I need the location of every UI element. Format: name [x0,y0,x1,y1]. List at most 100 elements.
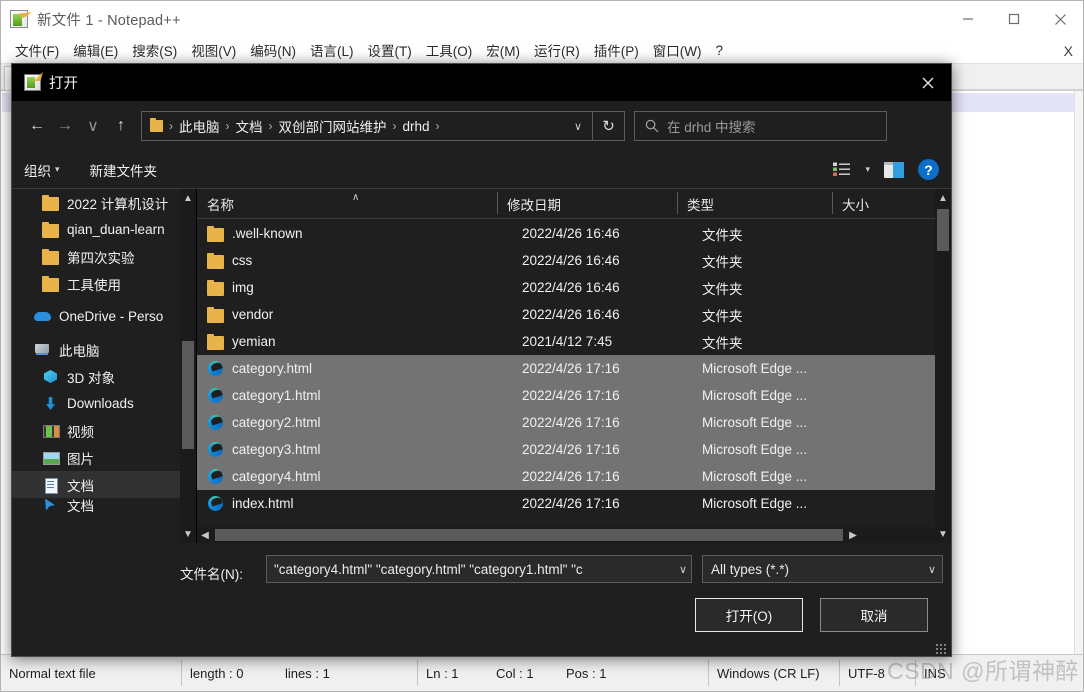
close-button[interactable] [1037,1,1083,37]
view-list-icon[interactable] [833,162,851,177]
status-pos: Pos : 1 [566,665,607,681]
table-row[interactable]: css 2022/4/26 16:46 文件夹 [197,247,935,274]
breadcrumb-item-documents[interactable]: 文档 [233,116,266,136]
table-row[interactable]: vendor 2022/4/26 16:46 文件夹 [197,301,935,328]
nav-item-tools[interactable]: 工具使用 [12,270,180,297]
menu-macro[interactable]: 宏(M) [479,37,527,63]
nav-item-label: 2022 计算机设计 [67,196,169,212]
breadcrumb-item-project[interactable]: 双创部门网站维护 [276,116,390,136]
nav-item-3d-objects[interactable]: 3D 对象 [12,363,180,390]
organize-button[interactable]: 组织 [24,160,51,180]
column-headers: 名称 修改日期 类型 大小 ∧ [197,189,951,219]
view-chevron-down-icon[interactable]: ▾ [865,164,870,175]
chevron-down-icon[interactable]: ∨ [928,563,936,576]
new-folder-button[interactable]: 新建文件夹 [90,160,158,180]
menu-tools[interactable]: 工具(O) [419,37,480,63]
nav-item-videos[interactable]: 视频 [12,417,180,444]
toolbar-right-group: ▾ ? [833,159,939,180]
refresh-icon[interactable]: ↻ [593,111,625,141]
chevron-down-icon[interactable]: ∨ [675,563,687,576]
documents-icon [42,476,59,494]
menu-file[interactable]: 文件(F) [8,37,66,63]
status-col: Col : 1 [496,665,534,681]
scroll-down-icon[interactable]: ▼ [180,525,196,543]
file-type: 文件夹 [702,308,743,324]
menu-help[interactable]: ? [708,40,730,61]
nav-item-documents-partial[interactable]: 文档 [12,498,180,512]
editor-vertical-scrollbar[interactable] [1074,91,1083,654]
menu-window[interactable]: 窗口(W) [646,37,709,63]
file-list-scrollbar[interactable]: ▲ ▼ [935,189,951,543]
file-list-horizontal-scrollbar[interactable]: ◀ ▶ [197,527,935,543]
column-header-type[interactable]: 类型 [677,192,832,214]
this-pc-icon [34,341,51,358]
nav-item-this-pc[interactable]: 此电脑 [12,336,180,363]
open-button[interactable]: 打开(O) [695,598,803,632]
search-input[interactable]: 在 drhd 中搜索 [634,111,887,141]
chevron-down-icon[interactable]: ∨ [574,120,588,133]
table-row[interactable]: index.html 2022/4/26 17:16 Microsoft Edg… [197,490,935,517]
folder-icon [207,225,224,242]
column-header-name[interactable]: 名称 [197,192,497,214]
minimize-button[interactable] [945,1,991,37]
edge-icon [207,441,224,458]
navigation-scrollbar[interactable]: ▲ ▼ [180,189,196,543]
nav-item-onedrive[interactable]: OneDrive - Perso [12,303,180,330]
nav-item-fourth-experiment[interactable]: 第四次实验 [12,243,180,270]
cancel-button[interactable]: 取消 [820,598,928,632]
chevron-down-icon[interactable]: ▾ [55,164,60,175]
back-button[interactable]: ← [23,112,51,140]
npp-menu-bar: 文件(F) 编辑(E) 搜索(S) 视图(V) 编码(N) 语言(L) 设置(T… [1,37,1083,64]
nav-item-documents[interactable]: 文档 [12,471,180,498]
scrollbar-thumb[interactable] [937,209,949,251]
scroll-down-icon[interactable]: ▼ [935,525,951,543]
table-row[interactable]: category1.html 2022/4/26 17:16 Microsoft… [197,382,935,409]
folder-icon [42,248,59,265]
preview-pane-icon[interactable] [884,161,904,178]
table-row[interactable]: category2.html 2022/4/26 17:16 Microsoft… [197,409,935,436]
nav-item-pictures[interactable]: 图片 [12,444,180,471]
file-type: Microsoft Edge ... [702,415,808,430]
nav-item-downloads[interactable]: Downloads [12,390,180,417]
table-row[interactable]: category3.html 2022/4/26 17:16 Microsoft… [197,436,935,463]
menu-run[interactable]: 运行(R) [527,37,587,63]
recent-locations-button[interactable]: ∨ [79,112,107,140]
scroll-up-icon[interactable]: ▲ [180,189,196,207]
breadcrumb-item-this-pc[interactable]: 此电脑 [176,116,223,136]
scroll-up-icon[interactable]: ▲ [935,189,951,207]
resize-grip[interactable] [935,643,947,655]
table-row[interactable]: .well-known 2022/4/26 16:46 文件夹 [197,220,935,247]
dialog-body: 2022 计算机设计 qian_duan-learn 第四次实验 工具使用 On… [12,189,951,543]
scrollbar-thumb[interactable] [215,529,843,541]
dialog-close-button[interactable] [905,64,951,101]
menu-language[interactable]: 语言(L) [303,37,361,63]
table-row[interactable]: category4.html 2022/4/26 17:16 Microsoft… [197,463,935,490]
file-date: 2022/4/26 16:46 [522,307,620,322]
scrollbar-thumb[interactable] [182,341,194,449]
help-icon[interactable]: ? [918,159,939,180]
table-row[interactable]: category.html 2022/4/26 17:16 Microsoft … [197,355,935,382]
menu-edit[interactable]: 编辑(E) [66,37,125,63]
nav-item-qian-duan-learn[interactable]: qian_duan-learn [12,216,180,243]
table-row[interactable]: yemian 2021/4/12 7:45 文件夹 [197,328,935,355]
breadcrumb[interactable]: › 此电脑 › 文档 › 双创部门网站维护 › drhd › ∨ [141,111,593,141]
dialog-app-icon [24,74,41,91]
close-document-button[interactable]: X [1064,37,1073,64]
nav-item-2022-design[interactable]: 2022 计算机设计 [12,189,180,216]
menu-settings[interactable]: 设置(T) [361,37,419,63]
menu-search[interactable]: 搜索(S) [125,37,184,63]
column-header-date[interactable]: 修改日期 [497,192,677,214]
menu-plugins[interactable]: 插件(P) [587,37,646,63]
menu-view[interactable]: 视图(V) [184,37,243,63]
filename-input[interactable]: "category4.html" "category.html" "catego… [266,555,692,583]
scroll-left-icon[interactable]: ◀ [197,530,213,541]
forward-button[interactable]: → [51,112,79,140]
up-button[interactable]: ↑ [107,112,135,140]
table-row[interactable]: img 2022/4/26 16:46 文件夹 [197,274,935,301]
filetype-select[interactable]: All types (*.*) ∨ [702,555,943,583]
breadcrumb-item-drhd[interactable]: drhd [400,119,433,134]
maximize-button[interactable] [991,1,1037,37]
scroll-right-icon[interactable]: ▶ [845,530,861,541]
column-header-size[interactable]: 大小 [832,192,892,214]
menu-encoding[interactable]: 编码(N) [243,37,303,63]
